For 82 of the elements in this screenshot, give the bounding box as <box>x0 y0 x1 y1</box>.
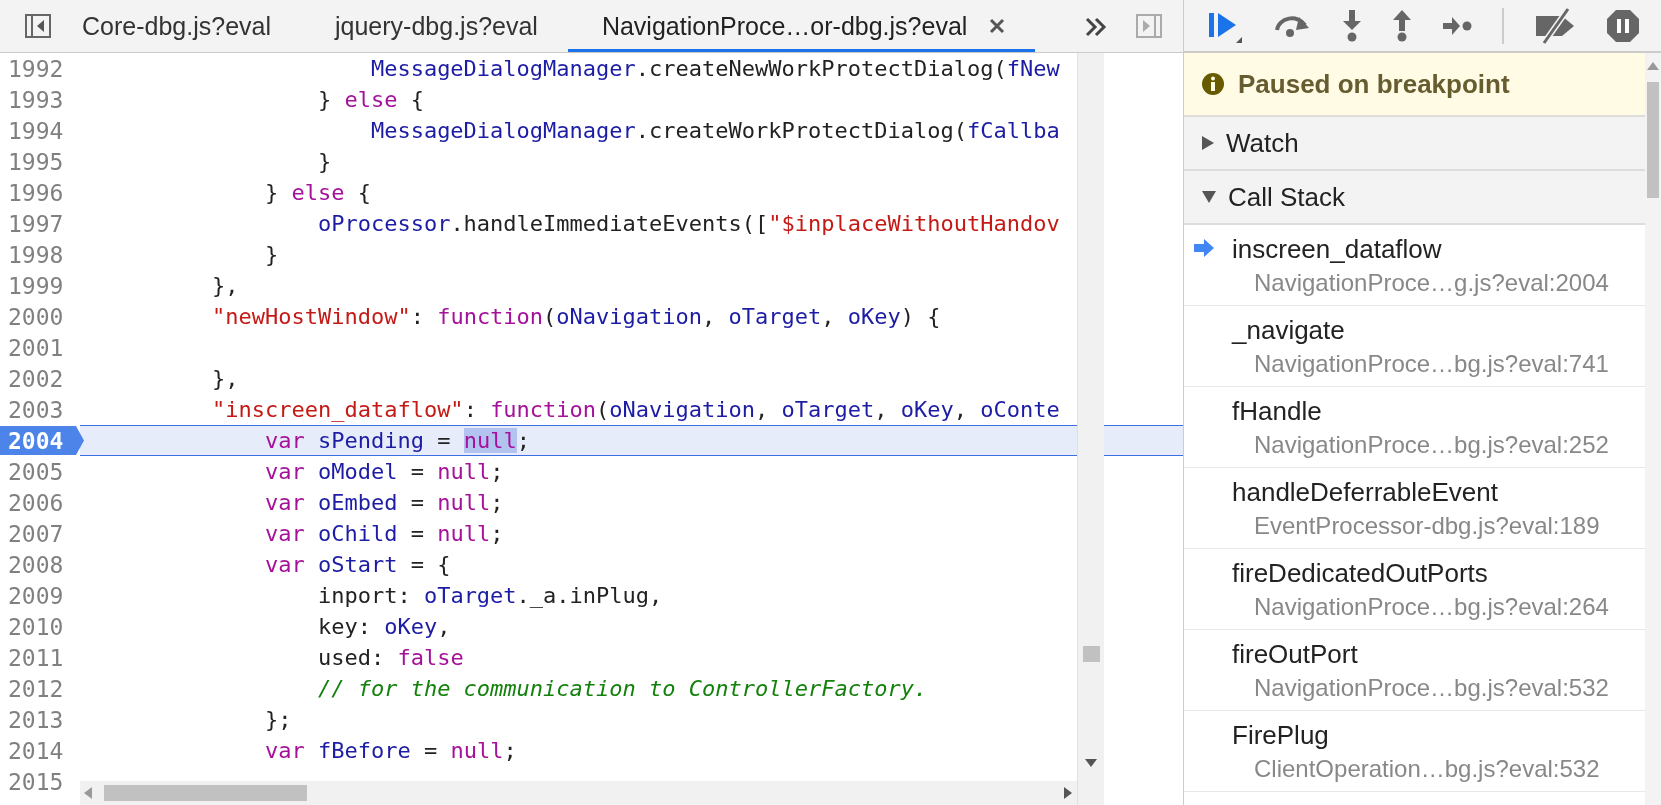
line-number: 2001 <box>8 334 64 361</box>
scrollbar-thumb[interactable] <box>104 785 307 801</box>
code-line: }, <box>210 273 239 298</box>
section-header[interactable]: Watch <box>1184 117 1645 171</box>
close-icon[interactable] <box>989 18 1006 34</box>
pause-on-exceptions-icon[interactable] <box>1606 8 1640 43</box>
step-icon[interactable] <box>1442 15 1472 36</box>
line-number: 1993 <box>8 86 64 113</box>
function-name: fireOutPort <box>1232 638 1359 670</box>
code-line: oProcessor.handleImmediateEvents(["$inplaceWithoutHandov <box>316 211 1060 236</box>
step-into-icon[interactable] <box>1342 8 1362 43</box>
function-name: handleDeferrableEvent <box>1232 476 1499 508</box>
source-location: NavigationProce…bg.js?eval:532 <box>1253 673 1610 702</box>
line-number: 1999 <box>8 272 64 299</box>
line-number: 1997 <box>8 210 64 237</box>
file-tab[interactable]: Core-dbg.js?eval <box>52 0 301 52</box>
scroll-down-icon[interactable] <box>1085 759 1097 767</box>
source-location: NavigationProce…bg.js?eval:741 <box>1253 349 1610 378</box>
scrollbar-thumb[interactable] <box>1647 82 1659 198</box>
code-line: } <box>263 242 279 267</box>
info-icon <box>1202 73 1224 95</box>
function-name: _navigate <box>1232 314 1346 346</box>
code-line: var oChild = null; <box>263 521 504 546</box>
scroll-up-icon[interactable] <box>1647 62 1659 70</box>
step-out-icon[interactable] <box>1392 8 1412 43</box>
line-number: 2008 <box>8 551 64 578</box>
code-line: }, <box>210 366 239 391</box>
source-location: NavigationProce…g.js?eval:2004 <box>1253 268 1610 297</box>
code-line: "inscreen_dataflow": function(oNavigation, oTarget, oKey, oConte <box>210 397 1060 422</box>
line-number: 2007 <box>8 520 64 547</box>
more-tabs-icon[interactable] <box>1085 17 1107 37</box>
line-number: 1998 <box>8 241 64 268</box>
section-title: Call Stack <box>1228 181 1346 213</box>
line-number: 1992 <box>8 55 64 82</box>
code-line: // for the communication to ControllerFactory. <box>316 676 928 701</box>
line-number: 2012 <box>8 675 64 702</box>
source-location: NavigationProce…bg.js?eval:264 <box>1253 592 1610 621</box>
code-line: var oStart = { <box>263 552 451 577</box>
line-number: 1996 <box>8 179 64 206</box>
toggle-navigator-icon[interactable] <box>24 12 52 40</box>
file-tab[interactable]: jquery-dbg.js?eval <box>301 0 568 52</box>
scrollbar-thumb[interactable] <box>1083 646 1100 662</box>
section-title: Watch <box>1226 127 1299 159</box>
source-location: EventProcessor-dbg.js?eval:189 <box>1253 511 1601 540</box>
function-name: fireDedicatedOutPorts <box>1232 557 1489 589</box>
line-number: 2011 <box>8 644 64 671</box>
line-number: 2015 <box>8 768 64 795</box>
function-name: FirePlug <box>1232 719 1330 751</box>
line-number: 2013 <box>8 706 64 733</box>
deactivate-breakpoints-icon[interactable] <box>1534 6 1576 45</box>
code-line: inport: oTarget._a.inPlug, <box>316 583 663 608</box>
code-line: } else { <box>263 180 371 205</box>
function-name: fHandle <box>1232 395 1323 427</box>
code-line: } else { <box>316 87 424 112</box>
code-line: MessageDialogManager.createWorkProtectDialog(fCallba <box>369 118 1060 143</box>
source-location: NavigationProce…bg.js?eval:252 <box>1253 430 1610 459</box>
line-number: 2005 <box>8 458 64 485</box>
code-line: var sPending = null; <box>263 428 530 453</box>
line-number: 2010 <box>8 613 64 640</box>
code-line: var fBefore = null; <box>263 738 517 763</box>
code-line: "newHostWindow": function(oNavigation, oTarget, oKey) { <box>210 304 941 329</box>
code-line: var oModel = null; <box>263 459 504 484</box>
source-location: ClientOperation…bg.js?eval:532 <box>1253 754 1601 783</box>
line-number: 1995 <box>8 148 64 175</box>
code-line: }; <box>263 707 292 732</box>
line-number: 2002 <box>8 365 64 392</box>
line-number: 2014 <box>8 737 64 764</box>
line-number: 2009 <box>8 582 64 609</box>
code-line: } <box>316 149 332 174</box>
code-line: used: false <box>316 645 464 670</box>
status-text: Paused on breakpoint <box>1238 68 1510 100</box>
code-line: MessageDialogManager.createNewWorkProtectDialog(fNew <box>369 56 1060 81</box>
scroll-right-icon[interactable] <box>1064 787 1072 799</box>
toggle-debugger-icon[interactable] <box>1135 12 1163 40</box>
line-number: 1994 <box>8 117 64 144</box>
code-line: key: oKey, <box>316 614 451 639</box>
code-line: var oEmbed = null; <box>263 490 504 515</box>
function-name: inscreen_dataflow <box>1232 233 1443 265</box>
line-number: 2000 <box>8 303 64 330</box>
breakpoint-marker[interactable]: 2004 <box>0 425 84 456</box>
line-number: 2003 <box>8 396 64 423</box>
line-number: 2006 <box>8 489 64 516</box>
